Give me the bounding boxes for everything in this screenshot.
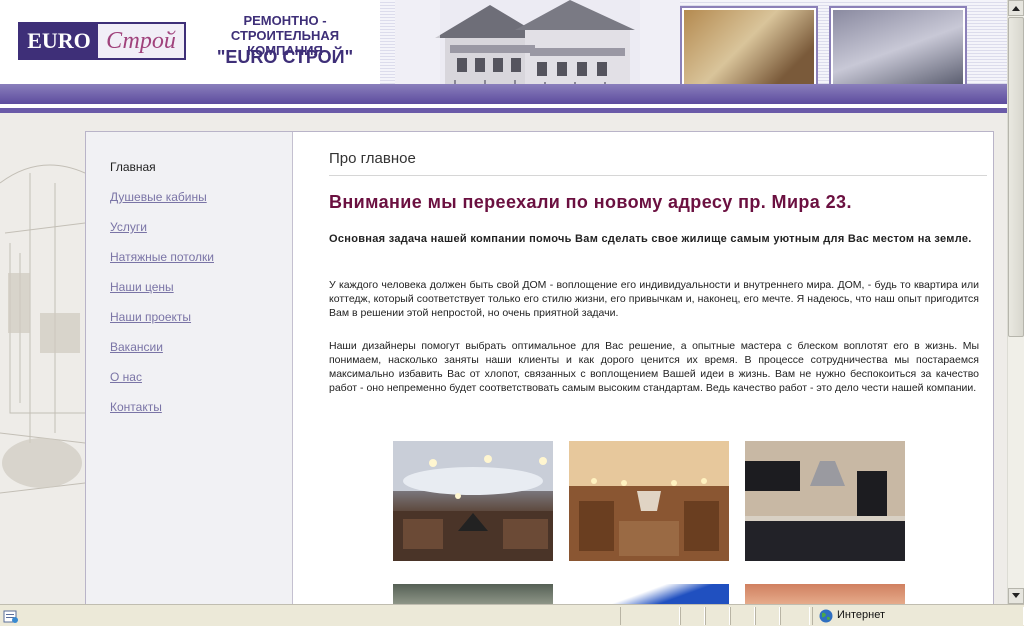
gallery-photo-ceiling-lights[interactable]: [393, 441, 553, 561]
zone-label: Интернет: [837, 609, 885, 621]
gallery-photo-5[interactable]: [569, 584, 729, 604]
logo-stroy-text: Строй: [98, 24, 184, 58]
nav-item-showers[interactable]: Душевые кабины: [110, 190, 207, 204]
page-status-icon: [3, 610, 18, 623]
scroll-down-button[interactable]: [1008, 588, 1024, 604]
paragraph-designers: Наши дизайнеры помогут выбрать оптимальн…: [329, 340, 979, 394]
chevron-up-icon: [1012, 6, 1020, 11]
header-photo-interior: [680, 6, 818, 92]
status-segment: [755, 607, 780, 625]
nav-item-vacancies[interactable]: Вакансии: [110, 340, 163, 354]
gallery-photo-6[interactable]: [745, 584, 905, 604]
gallery-photo-modern-kitchen[interactable]: [745, 441, 905, 561]
nav-item-projects[interactable]: Наши проекты: [110, 310, 191, 324]
status-segment: [680, 607, 705, 625]
nav-item-home[interactable]: Главная: [110, 160, 156, 174]
nav-item-about[interactable]: О нас: [110, 370, 142, 384]
gallery-photo-wooden-kitchen[interactable]: [569, 441, 729, 561]
logo-euro-text: EURO: [20, 24, 98, 58]
status-bar: Интернет: [0, 604, 1024, 626]
globe-icon: [819, 609, 833, 623]
nav-item-stretch-ceilings[interactable]: Натяжные потолки: [110, 250, 214, 264]
headline: Внимание мы переехали по новому адресу п…: [329, 192, 852, 212]
chevron-down-icon: [1012, 593, 1020, 598]
main-content: Про главное Внимание мы переехали по нов…: [294, 132, 994, 604]
paragraph-home: У каждого человека должен быть свой ДОМ …: [329, 279, 979, 319]
header-photo-kitchen: [829, 6, 967, 92]
lead-paragraph: Основная задача нашей компании помочь Ва…: [329, 233, 972, 245]
site-header: EURO Строй РЕМОНТНО - СТРОИТЕЛЬНАЯ КОМПА…: [0, 0, 1007, 113]
site-logo[interactable]: EURO Строй: [18, 22, 186, 60]
content-area: Главная Душевые кабины Услуги Натяжные п…: [85, 131, 994, 604]
status-segment: [620, 607, 680, 625]
gallery-photo-4[interactable]: [393, 584, 553, 604]
status-segment: [705, 607, 730, 625]
page-title: Про главное: [329, 150, 416, 167]
status-segment: [730, 607, 755, 625]
nav-item-services[interactable]: Услуги: [110, 220, 147, 234]
nav-item-contacts[interactable]: Контакты: [110, 400, 162, 414]
nav-item-prices[interactable]: Наши цены: [110, 280, 174, 294]
header-band: [0, 84, 1007, 104]
scroll-up-button[interactable]: [1008, 0, 1024, 16]
scroll-thumb[interactable]: [1008, 17, 1024, 337]
sidebar-nav: Главная Душевые кабины Услуги Натяжные п…: [86, 132, 293, 604]
title-divider: [329, 175, 987, 176]
status-segment: [780, 607, 810, 625]
browser-viewport: EURO Строй РЕМОНТНО - СТРОИТЕЛЬНАЯ КОМПА…: [0, 0, 1007, 604]
vertical-scrollbar[interactable]: [1007, 0, 1024, 604]
company-type-line1: РЕМОНТНО - СТРОИТЕЛЬНАЯ: [230, 13, 340, 43]
company-name: "EURO СТРОЙ": [216, 47, 354, 67]
